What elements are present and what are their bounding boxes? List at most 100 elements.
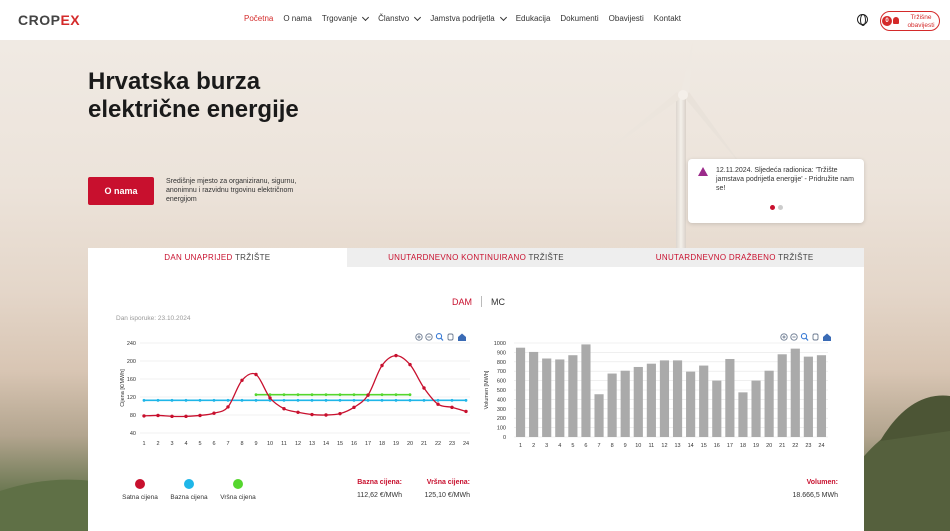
data-point	[212, 411, 216, 415]
market-notifications-button[interactable]: 0 Tržišne obavijesti	[880, 11, 940, 31]
y-tick-label: 700	[497, 369, 506, 375]
globe-icon[interactable]	[857, 14, 868, 26]
legend-dot-base	[184, 479, 194, 489]
volume-bar	[555, 359, 565, 437]
x-tick-label: 4	[184, 441, 187, 447]
nav-item-label: Edukacija	[515, 14, 551, 23]
data-point	[408, 362, 412, 367]
price-chart[interactable]: 40801201602002401 2 3 4 5 6 7 8 9 10 11 12 13 14 15 16 1…	[110, 336, 480, 451]
x-tick-label: 10	[635, 443, 641, 449]
carousel-dot-2[interactable]	[778, 205, 783, 210]
nav-item-početna[interactable]: Početna	[244, 14, 273, 23]
base-price-value: 112,62 €/MWh	[356, 492, 402, 499]
data-point	[352, 398, 356, 402]
legend-label-peak: Vršna cijena	[220, 494, 256, 501]
legend-peak-price[interactable]: Vršna cijena	[213, 479, 263, 501]
volume-chart[interactable]: 010020030040050060070080090010001 2 3 4 5 6 7 8…	[478, 336, 838, 451]
data-point	[366, 393, 370, 397]
notification-count-badge: 0	[882, 16, 892, 26]
data-point	[310, 398, 314, 402]
nav-item-o-nama[interactable]: O nama	[283, 14, 311, 23]
cropex-logo[interactable]: CROPEX	[18, 12, 80, 28]
x-tick-label: 1	[142, 441, 145, 447]
news-card[interactable]: 12.11.2024. Sljedeća radionica: 'Tržište…	[688, 159, 864, 223]
x-tick-label: 20	[766, 443, 772, 449]
carousel-dot-1[interactable]	[770, 205, 775, 210]
data-point	[464, 398, 468, 402]
x-tick-label: 8	[240, 441, 243, 447]
nav-item-label: Trgovanje	[321, 14, 358, 23]
volume-bar	[777, 354, 787, 437]
y-tick-label: 400	[497, 397, 506, 403]
data-point	[226, 405, 230, 409]
nav-item-kontakt[interactable]: Kontakt	[654, 14, 681, 23]
nav-item-jamstva-podrijetla[interactable]: Jamstva podrijetla	[430, 13, 507, 23]
news-text[interactable]: 12.11.2024. Sljedeća radionica: 'Tržište…	[716, 166, 856, 193]
tab-intraday-auction[interactable]: UNUTARDNEVNO DRAŽBENO TRŽIŠTE	[605, 248, 865, 267]
nav-item-obavijesti[interactable]: Obavijesti	[609, 14, 644, 23]
volume-bar	[751, 380, 761, 437]
data-point	[184, 414, 188, 419]
legend-label-hourly: Satna cijena	[122, 494, 158, 501]
data-point	[254, 393, 258, 397]
toggle-divider	[481, 296, 482, 307]
x-tick-label: 22	[435, 441, 441, 447]
site-header: CROPEX Početna O nama Trgovanje Članstvo Jam…	[0, 0, 950, 40]
x-tick-label: 22	[792, 443, 798, 449]
data-point	[282, 407, 286, 411]
legend-hourly-price[interactable]: Satna cijena	[115, 479, 165, 501]
volume-stat: Volumen: 18.666,5 MWh	[768, 479, 838, 499]
series-line-hourly	[143, 354, 467, 418]
data-point	[408, 398, 412, 402]
data-point	[170, 414, 174, 419]
peak-price-stat: Vršna cijena: 125,10 €/MWh	[406, 479, 470, 499]
volume-bar	[803, 356, 813, 437]
x-tick-label: 2	[156, 441, 159, 447]
y-tick-label: 0	[503, 435, 506, 441]
y-tick-label: 120	[127, 395, 136, 401]
volume-bar	[529, 351, 539, 437]
volume-bar	[725, 358, 735, 437]
toggle-mc[interactable]: MC	[491, 297, 505, 307]
nav-item-članstvo[interactable]: Članstvo	[378, 13, 422, 23]
y-tick-label: 240	[127, 341, 136, 347]
data-point	[142, 398, 146, 402]
legend-base-price[interactable]: Bazna cijena	[164, 479, 214, 501]
data-point	[240, 378, 244, 383]
tab-day-ahead[interactable]: DAN UNAPRIJED TRŽIŠTE	[88, 248, 347, 267]
data-point	[268, 396, 272, 400]
nav-item-dokumenti[interactable]: Dokumenti	[560, 14, 598, 23]
about-us-button[interactable]: O nama	[88, 177, 154, 205]
x-tick-label: 5	[571, 443, 574, 449]
data-point	[240, 398, 244, 402]
volume-bar	[790, 348, 800, 437]
x-tick-label: 18	[740, 443, 746, 449]
legend-dot-hourly	[135, 479, 145, 489]
toggle-dam[interactable]: DAM	[452, 297, 472, 307]
x-tick-label: 7	[226, 441, 229, 447]
x-tick-label: 8	[611, 443, 614, 449]
main-nav: Početna O nama Trgovanje Članstvo Jamstva po…	[244, 13, 691, 23]
data-point	[366, 398, 370, 402]
data-point	[184, 398, 188, 402]
data-point	[324, 413, 328, 417]
nav-item-label: Jamstva podrijetla	[430, 14, 495, 23]
x-tick-label: 11	[649, 443, 655, 449]
x-tick-label: 15	[337, 441, 343, 447]
data-point	[156, 413, 160, 418]
y-axis-label: Cijena [€/MWh]	[120, 369, 126, 407]
nav-item-trgovanje[interactable]: Trgovanje	[321, 13, 370, 23]
market-toggle: DAM MC	[452, 296, 505, 307]
x-tick-label: 9	[254, 441, 257, 447]
y-axis-label: Volumen [MWh]	[484, 370, 490, 409]
x-tick-label: 12	[295, 441, 301, 447]
volume-bar	[659, 360, 670, 437]
nav-item-edukacija[interactable]: Edukacija	[516, 14, 551, 23]
x-tick-label: 17	[727, 443, 733, 449]
tab-intraday-continuous[interactable]: UNUTARDNEVNO KONTINUIRANO TRŽIŠTE	[346, 248, 606, 267]
x-tick-label: 12	[661, 443, 667, 449]
hero-description: Središnje mjesto za organiziranu, sigurn…	[166, 178, 297, 204]
volume-bar	[686, 371, 696, 437]
data-point	[408, 393, 412, 397]
volume-bar	[816, 355, 827, 437]
